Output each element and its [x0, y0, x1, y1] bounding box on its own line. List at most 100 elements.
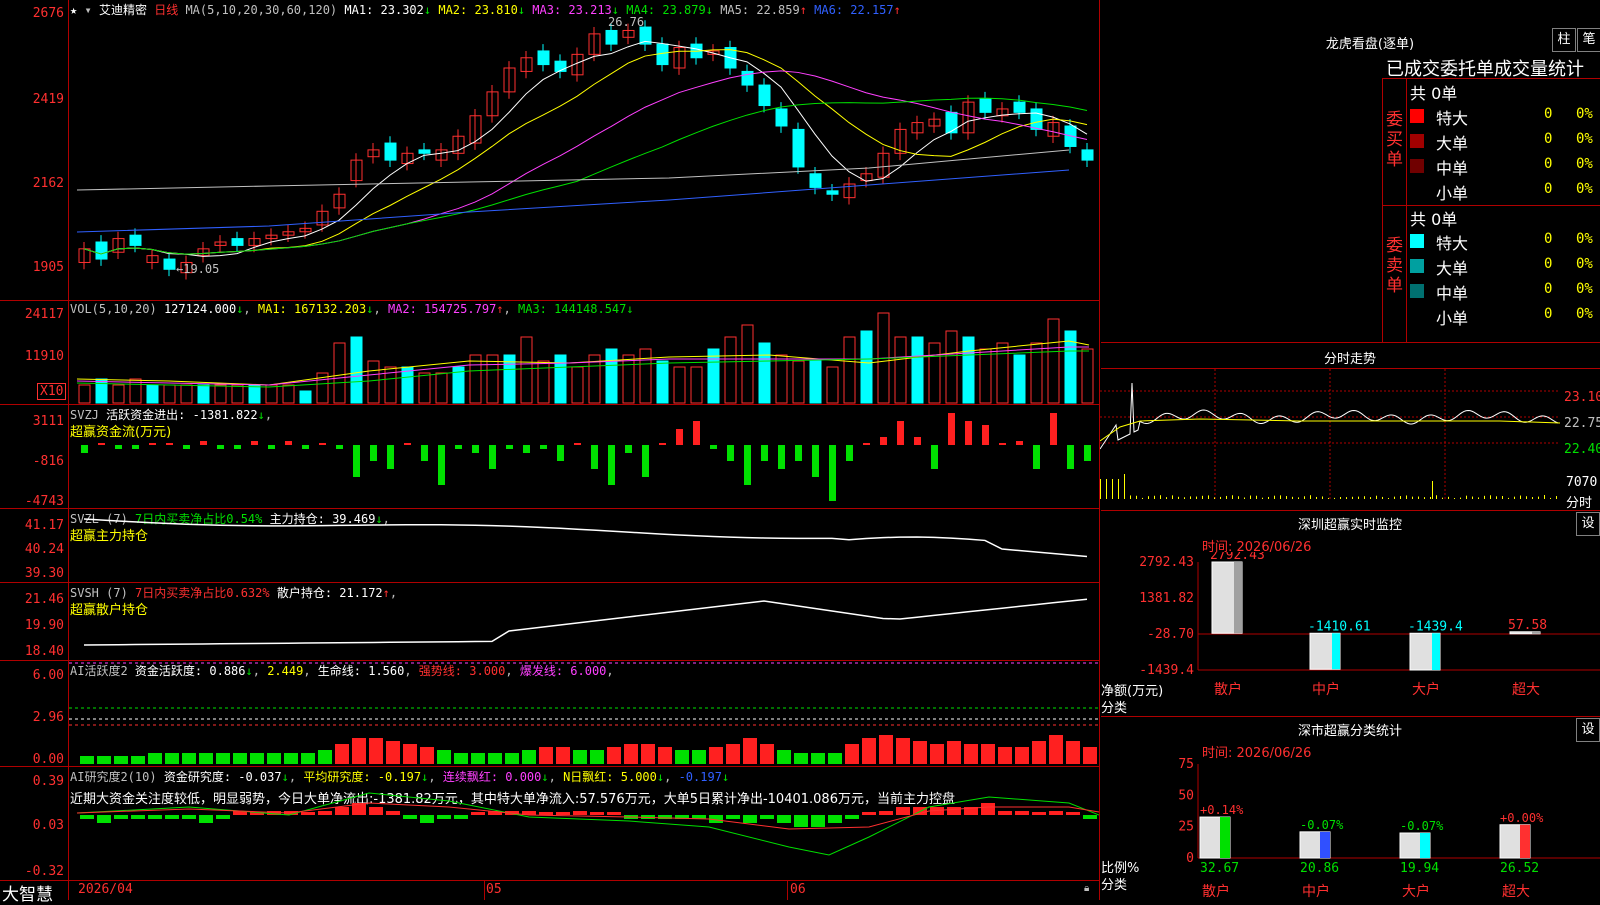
- sell-count: 0: [1544, 231, 1552, 247]
- intraday-vol-bar: [1484, 496, 1485, 499]
- buy-count: 0: [1544, 106, 1552, 122]
- classify-change: -0.07%: [1400, 819, 1444, 833]
- research-bar: [590, 812, 604, 815]
- sell-row: 特大 0 0%: [1410, 229, 1600, 253]
- candle-body: [385, 143, 396, 160]
- flow-bar: [217, 445, 224, 449]
- research-bar: [573, 811, 587, 815]
- vol-label-mid: 11910: [0, 349, 64, 364]
- activity-bar: [1066, 741, 1080, 764]
- monitor-chart[interactable]: 2792.43 1381.82 -28.70 -1439.4 2792.43 散户 -141…: [1100, 552, 1600, 712]
- volume-chart[interactable]: [69, 301, 1099, 404]
- flow-bar: [336, 445, 343, 449]
- research-bar: [794, 815, 808, 827]
- classify-title: 深市超赢分类统计: [1230, 720, 1470, 739]
- intraday-vol-bar: [1346, 497, 1347, 499]
- candle-body: [810, 174, 821, 188]
- intraday-vol-bar: [1292, 497, 1293, 499]
- tick-view-button[interactable]: 笔: [1577, 28, 1600, 52]
- volume-bar: [300, 391, 311, 403]
- intraday-vol-bar: [1322, 496, 1323, 499]
- volume-bar: [742, 325, 753, 403]
- ai-research-chart[interactable]: [69, 767, 1099, 880]
- classify-y-label: 75: [1178, 758, 1194, 772]
- svzj-chart[interactable]: [69, 405, 1099, 508]
- activity-bar: [845, 744, 859, 764]
- activity-bar: [573, 750, 587, 764]
- intraday-vol-bar: [1304, 496, 1305, 499]
- activity-bar: [692, 750, 706, 764]
- intraday-label-top: 23.10: [1564, 390, 1600, 405]
- candle-body: [606, 30, 617, 44]
- svzj-label-mid: -816: [0, 454, 64, 469]
- flow-bar: [81, 445, 88, 453]
- bar-view-button[interactable]: 柱: [1552, 28, 1576, 52]
- volume-bar: [436, 373, 447, 403]
- intraday-vol-bar: [1370, 497, 1371, 499]
- buy-color-swatch: [1410, 134, 1424, 148]
- intraday-vol-label: 7070: [1566, 475, 1597, 490]
- main-chart-panel[interactable]: ★ ▾ 艾迪精密 日线 MA(5,10,20,30,60,120) MA1: 2…: [0, 0, 1100, 900]
- research-bar: [828, 815, 842, 823]
- research-bar: [454, 815, 468, 819]
- research-bar: [607, 812, 621, 815]
- classify-settings-button[interactable]: 设: [1576, 718, 1600, 742]
- research-bar: [981, 803, 995, 815]
- svsh-chart[interactable]: [69, 583, 1099, 660]
- research-bar: [879, 811, 893, 815]
- volume-bar: [810, 361, 821, 403]
- low-price-label: ←19.05: [176, 262, 219, 276]
- research-bar: [182, 815, 196, 819]
- research-bar: [947, 807, 961, 815]
- intraday-vol-bar: [1436, 495, 1437, 499]
- classify-bar-accent: [1520, 825, 1530, 858]
- sell-color-swatch: [1410, 259, 1424, 273]
- activity-bar: [607, 747, 621, 764]
- intraday-vol-bar: [1286, 496, 1287, 499]
- volume-bar: [1082, 349, 1093, 403]
- lock-icon[interactable]: 🔒︎: [1084, 883, 1089, 894]
- svzl-chart[interactable]: [69, 509, 1099, 582]
- volume-bar: [334, 343, 345, 403]
- activity-bar: [794, 753, 808, 764]
- classify-chart[interactable]: 75 50 25 0 +0.14% 32.67 散户 -0.07% 20.86 中户 -0.07% 1…: [1100, 758, 1600, 900]
- ai-research-label-top: 0.39: [0, 774, 64, 789]
- intraday-vol-bar: [1172, 495, 1173, 499]
- sell-pct: 0%: [1576, 281, 1593, 297]
- price-label-3: 2162: [0, 176, 64, 191]
- intraday-vol-bar: [1502, 496, 1503, 499]
- research-avg-line: [77, 803, 1099, 829]
- intraday-title[interactable]: 分时走势: [1250, 348, 1450, 367]
- flow-bar: [1067, 445, 1074, 469]
- activity-bar: [522, 750, 536, 764]
- ai-activity-label-top: 6.00: [0, 668, 64, 683]
- buy-side-label: 委买单: [1386, 110, 1404, 170]
- svsh-label-top: 21.46: [0, 592, 64, 607]
- activity-bar: [930, 744, 944, 764]
- flow-bar: [829, 445, 836, 501]
- activity-bar: [199, 753, 213, 764]
- activity-bar: [947, 741, 961, 764]
- intraday-vol-bar: [1142, 498, 1143, 499]
- activity-bar: [641, 744, 655, 764]
- activity-bar: [267, 753, 281, 764]
- candlestick-chart[interactable]: [69, 0, 1099, 300]
- buy-name: 特大: [1436, 105, 1468, 129]
- activity-bar: [182, 753, 196, 764]
- sell-name: 中单: [1436, 280, 1468, 304]
- activity-bar: [879, 735, 893, 764]
- intraday-vol-bar: [1196, 497, 1197, 499]
- intraday-chart[interactable]: [1100, 369, 1600, 509]
- right-panel: 龙虎看盘(逐单) 柱 笔 已成交委托单成交量统计 委买单 委卖单 共 0单 共 …: [1100, 0, 1600, 900]
- ai-activity-chart[interactable]: [69, 661, 1099, 766]
- volume-bar: [827, 367, 838, 403]
- volume-bar: [96, 379, 107, 403]
- monitor-category: 超大: [1512, 682, 1540, 698]
- classify-y-label: 0: [1186, 851, 1194, 866]
- research-bar: [1066, 812, 1080, 815]
- monitor-settings-button[interactable]: 设: [1576, 512, 1600, 536]
- intraday-vol-bar: [1244, 497, 1245, 499]
- flow-bar: [489, 445, 496, 469]
- sell-name: 特大: [1436, 230, 1468, 254]
- flow-bar: [438, 445, 445, 485]
